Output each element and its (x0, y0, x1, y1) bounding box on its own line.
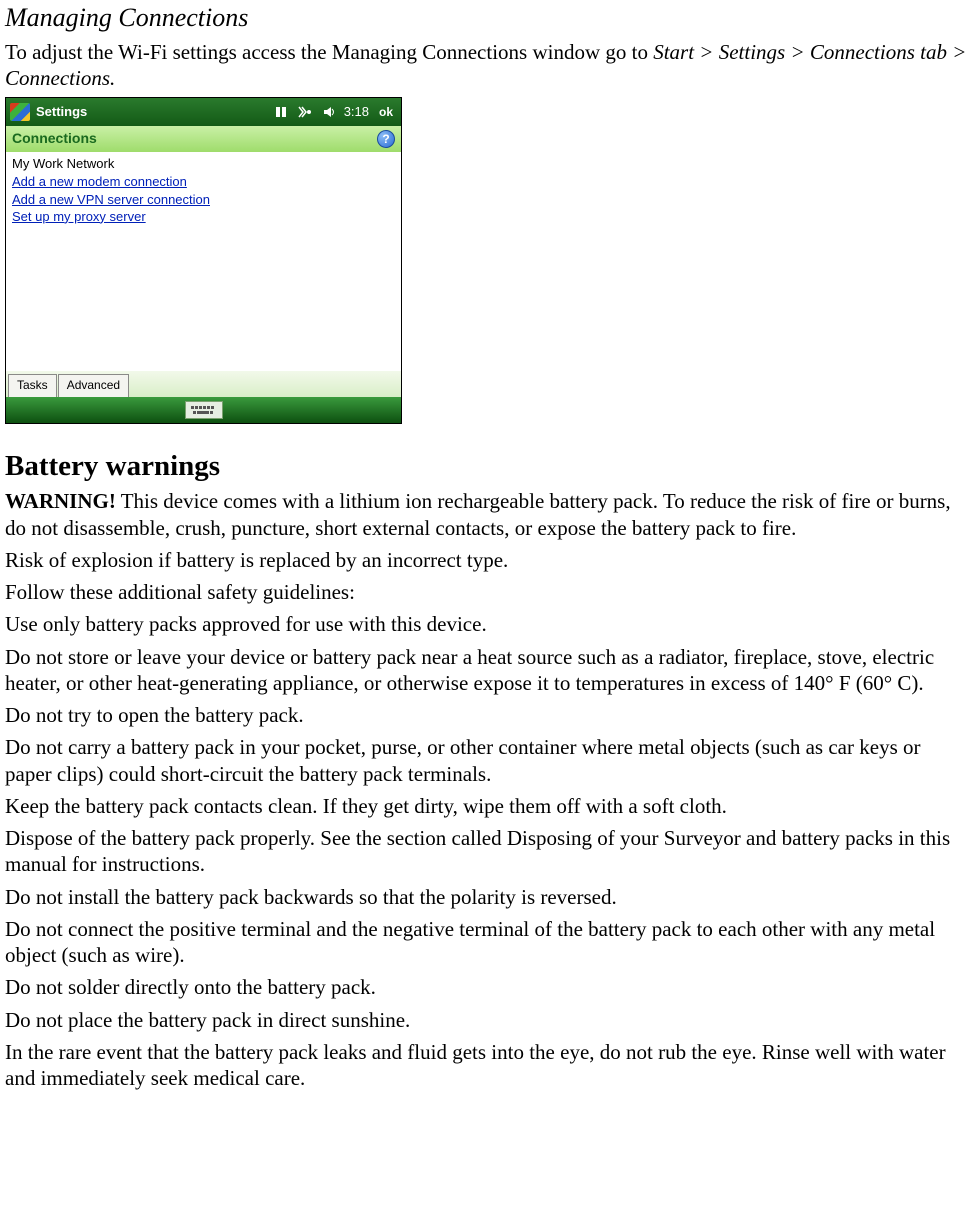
link-add-modem[interactable]: Add a new modem connection (12, 174, 187, 190)
body-paragraph: Dispose of the battery pack properly. Se… (5, 825, 968, 878)
link-add-vpn[interactable]: Add a new VPN server connection (12, 192, 210, 208)
connections-header: Connections ? (6, 126, 401, 152)
softkey-bar (6, 397, 401, 423)
tab-tasks[interactable]: Tasks (8, 374, 57, 397)
tab-strip: Tasks Advanced (6, 371, 401, 397)
body-paragraph: Risk of explosion if battery is replaced… (5, 547, 968, 573)
section-heading-managing-connections: Managing Connections (5, 2, 968, 35)
body-paragraph: Do not try to open the battery pack. (5, 702, 968, 728)
window-title: Settings (36, 104, 87, 120)
body-paragraph: Do not carry a battery pack in your pock… (5, 734, 968, 787)
body-paragraph: Do not install the battery pack backward… (5, 884, 968, 910)
sip-keyboard-icon[interactable] (185, 401, 223, 419)
wm-taskbar: Settings 3:18 ok (6, 98, 401, 126)
client-area: My Work Network Add a new modem connecti… (6, 152, 401, 371)
warning-text: This device comes with a lithium ion rec… (5, 489, 951, 539)
network-label: My Work Network (12, 156, 395, 172)
link-setup-proxy[interactable]: Set up my proxy server (12, 209, 146, 225)
body-paragraph: Keep the battery pack contacts clean. If… (5, 793, 968, 819)
body-paragraph: Do not store or leave your device or bat… (5, 644, 968, 697)
warning-paragraph: WARNING! This device comes with a lithiu… (5, 488, 968, 541)
embedded-screenshot: Settings 3:18 ok Connections ? My Work N… (5, 97, 402, 424)
intro-paragraph: To adjust the Wi-Fi settings access the … (5, 39, 968, 92)
body-paragraph: Do not connect the positive terminal and… (5, 916, 968, 969)
clock[interactable]: 3:18 (344, 104, 369, 120)
body-paragraph: Do not solder directly onto the battery … (5, 974, 968, 1000)
ok-button[interactable]: ok (375, 101, 397, 123)
body-paragraph: In the rare event that the battery pack … (5, 1039, 968, 1092)
help-icon[interactable]: ? (377, 130, 395, 148)
warning-label: WARNING! (5, 489, 116, 513)
body-paragraph: Follow these additional safety guideline… (5, 579, 968, 605)
body-paragraph: Use only battery packs approved for use … (5, 611, 968, 637)
section-heading-battery-warnings: Battery warnings (5, 448, 968, 484)
sync-icon[interactable] (272, 104, 290, 120)
volume-icon[interactable] (320, 104, 338, 120)
body-paragraph: Do not place the battery pack in direct … (5, 1007, 968, 1033)
connections-title: Connections (12, 130, 97, 148)
intro-text-plain: To adjust the Wi-Fi settings access the … (5, 40, 653, 64)
tab-advanced[interactable]: Advanced (58, 374, 129, 397)
signal-icon[interactable] (296, 104, 314, 120)
start-flag-icon[interactable] (10, 103, 30, 121)
